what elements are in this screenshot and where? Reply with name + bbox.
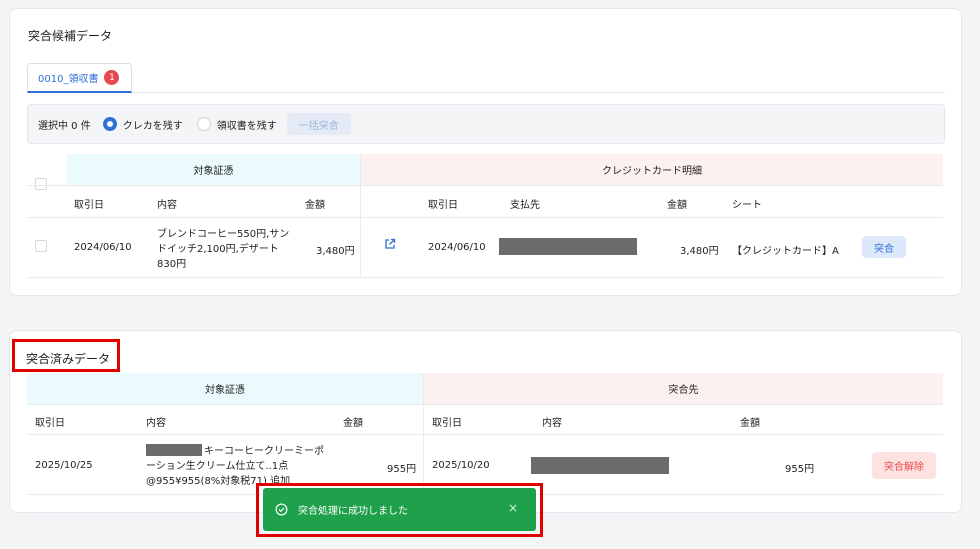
col-target-date: 取引日 bbox=[432, 418, 462, 429]
col-card-amount: 金額 bbox=[667, 200, 687, 211]
candidates-title: 突合候補データ bbox=[28, 29, 113, 43]
col-content: 内容 bbox=[157, 200, 177, 211]
row-checkbox[interactable] bbox=[35, 240, 47, 252]
matched-row-target-amount: 955円 bbox=[785, 464, 815, 475]
row-content: ブレンドコーヒー550円,サンドイッチ2,100円,デザート830円 bbox=[157, 229, 290, 270]
col-amount: 金額 bbox=[305, 200, 325, 211]
select-all-checkbox[interactable] bbox=[35, 178, 47, 190]
tab-receipt[interactable]: 0010_領収書 1 bbox=[27, 63, 132, 93]
selected-count: 選択中 0 件 bbox=[38, 120, 91, 132]
external-link-icon[interactable] bbox=[384, 238, 396, 253]
evidence-group-header: 対象証憑 bbox=[67, 154, 360, 185]
col-date: 取引日 bbox=[35, 418, 65, 429]
col-target-content: 内容 bbox=[542, 418, 562, 429]
highlight-box-title bbox=[12, 339, 120, 372]
row-date: 2024/06/10 bbox=[74, 242, 132, 253]
col-payee: 支払先 bbox=[510, 200, 540, 211]
col-target-amount: 金額 bbox=[740, 418, 760, 429]
keep-receipt-label[interactable]: 領収書を残す bbox=[217, 117, 277, 132]
group-divider bbox=[360, 154, 361, 277]
card-group-header: クレジットカード明細 bbox=[361, 154, 943, 185]
keep-card-radio[interactable] bbox=[102, 117, 117, 131]
match-toolbar: 選択中 0 件 クレカを残す 領収書を残す 一括突合 bbox=[27, 104, 945, 144]
success-toast: 突合処理に成功しました × bbox=[263, 488, 536, 531]
match-button[interactable]: 突合 bbox=[862, 236, 906, 258]
row-card-amount: 3,480円 bbox=[680, 246, 719, 257]
divider bbox=[27, 434, 943, 435]
redacted-target-content bbox=[531, 457, 669, 474]
col-date: 取引日 bbox=[74, 200, 104, 211]
col-card-date: 取引日 bbox=[428, 200, 458, 211]
keep-card-label[interactable]: クレカを残す bbox=[123, 117, 183, 132]
matched-row-date: 2025/10/25 bbox=[35, 460, 93, 471]
toast-message: 突合処理に成功しました bbox=[298, 506, 408, 517]
group-divider bbox=[423, 373, 424, 495]
redacted-payee bbox=[499, 238, 637, 255]
row-sheet: 【クレジットカード】A bbox=[732, 246, 839, 257]
tab-bar: 0010_領収書 1 bbox=[27, 57, 945, 93]
keep-receipt-radio[interactable] bbox=[196, 117, 211, 131]
check-circle-icon bbox=[275, 503, 288, 516]
row-amount: 3,480円 bbox=[316, 246, 355, 257]
bulk-match-button[interactable]: 一括突合 bbox=[286, 113, 351, 135]
close-icon[interactable]: × bbox=[508, 501, 518, 515]
col-content: 内容 bbox=[146, 418, 166, 429]
matched-target-header: 突合先 bbox=[424, 373, 943, 404]
matched-evidence-header: 対象証憑 bbox=[27, 373, 423, 404]
divider bbox=[27, 185, 943, 186]
tab-count-badge: 1 bbox=[104, 70, 120, 85]
tab-receipt-label: 0010_領収書 bbox=[38, 74, 99, 85]
divider bbox=[27, 277, 943, 278]
row-card-date: 2024/06/10 bbox=[428, 242, 486, 253]
matched-row-amount: 955円 bbox=[387, 464, 417, 475]
divider bbox=[27, 404, 943, 405]
unmatch-button[interactable]: 突合解除 bbox=[872, 452, 936, 479]
divider bbox=[27, 217, 943, 218]
col-amount: 金額 bbox=[343, 418, 363, 429]
matched-row-target-date: 2025/10/20 bbox=[432, 460, 490, 471]
col-sheet: シート bbox=[732, 200, 762, 211]
